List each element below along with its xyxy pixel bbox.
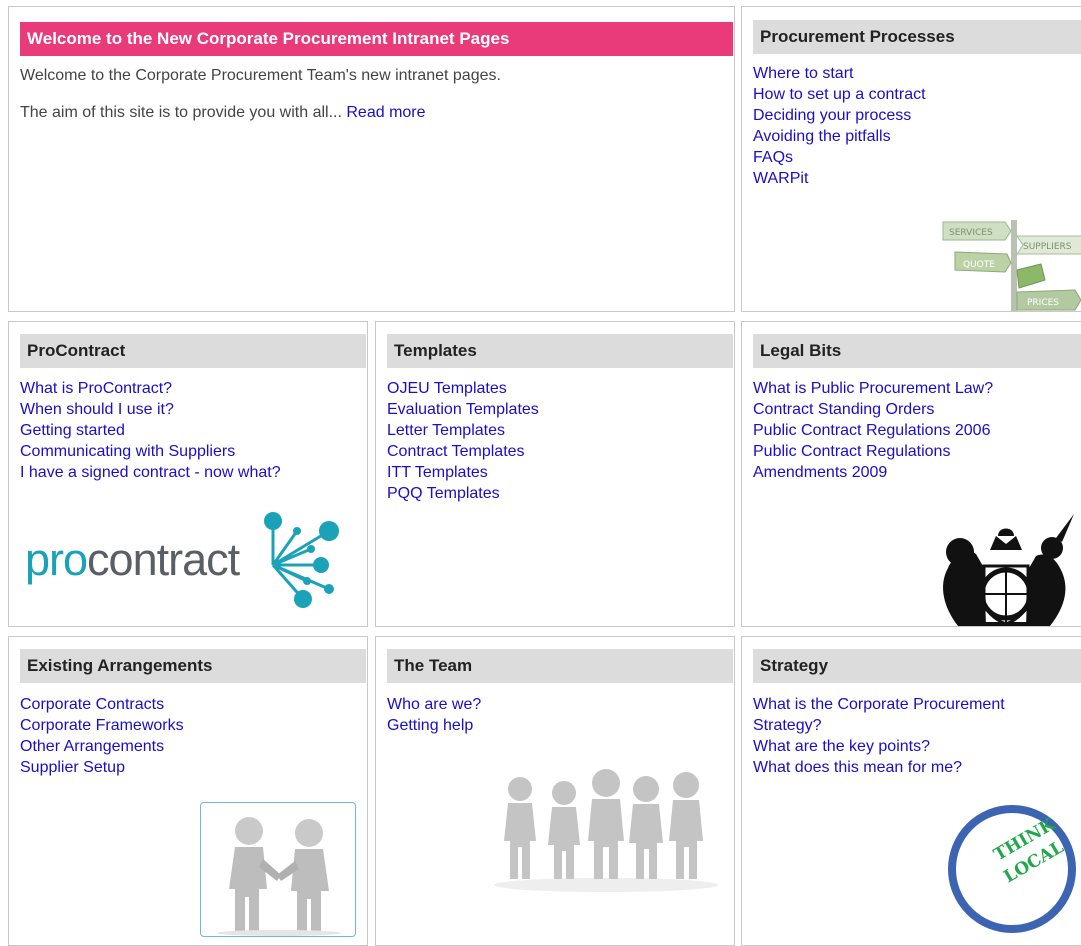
supplier-setup-link[interactable]: Supplier Setup [20, 757, 184, 778]
the-team-panel: The Team Who are we? Getting help [375, 636, 735, 946]
where-to-start-link[interactable]: Where to start [753, 63, 926, 84]
procurement-processes-panel: Procurement Processes Where to start How… [741, 6, 1081, 312]
procurement-processes-links: Where to start How to set up a contract … [753, 63, 926, 189]
templates-panel: Templates OJEU Templates Evaluation Temp… [375, 321, 735, 627]
procontract-title: ProContract [20, 334, 366, 368]
welcome-aim-label: The aim of this site is to provide you w… [20, 104, 342, 121]
royal-coat-of-arms-image [943, 514, 1074, 626]
strategy-title: Strategy [753, 649, 1081, 683]
what-does-this-mean-link[interactable]: What does this mean for me? [753, 757, 1005, 778]
signpost-image: SERVICES SUPPLIERS QUOTE PRICES [942, 220, 1081, 311]
itt-templates-link[interactable]: ITT Templates [387, 462, 539, 483]
set-up-contract-link[interactable]: How to set up a contract [753, 84, 926, 105]
signpost-services-text: SERVICES [949, 228, 993, 238]
corporate-procurement-strategy-link[interactable]: What is the Corporate Procurement [753, 694, 1005, 715]
the-team-title: The Team [387, 649, 733, 683]
avoiding-pitfalls-link[interactable]: Avoiding the pitfalls [753, 126, 926, 147]
welcome-panel: Welcome to the New Corporate Procurement… [8, 6, 735, 312]
who-are-we-link[interactable]: Who are we? [387, 694, 481, 715]
think-local-badge: THINK LOCAL [948, 805, 1076, 933]
read-more-link[interactable]: Read more [346, 104, 425, 121]
legal-bits-panel: Legal Bits What is Public Procurement La… [741, 321, 1081, 627]
ojeu-templates-link[interactable]: OJEU Templates [387, 378, 539, 399]
getting-help-link[interactable]: Getting help [387, 715, 481, 736]
amendments-2009-link[interactable]: Amendments 2009 [753, 462, 993, 483]
contract-templates-link[interactable]: Contract Templates [387, 441, 539, 462]
warpit-link[interactable]: WARPit [753, 168, 926, 189]
getting-started-link[interactable]: Getting started [20, 420, 281, 441]
procontract-links: What is ProContract? When should I use i… [20, 378, 281, 483]
communicating-suppliers-link[interactable]: Communicating with Suppliers [20, 441, 281, 462]
procontract-logo-icon [264, 512, 339, 608]
key-points-link[interactable]: What are the key points? [753, 736, 1005, 757]
signpost-prices-text: PRICES [1027, 298, 1059, 308]
regulations-link[interactable]: Public Contract Regulations [753, 441, 993, 462]
corporate-frameworks-link[interactable]: Corporate Frameworks [20, 715, 184, 736]
what-is-procontract-link[interactable]: What is ProContract? [20, 378, 281, 399]
welcome-title: Welcome to the New Corporate Procurement… [20, 22, 733, 56]
existing-arrangements-links: Corporate Contracts Corporate Frameworks… [20, 694, 184, 778]
evaluation-templates-link[interactable]: Evaluation Templates [387, 399, 539, 420]
templates-links: OJEU Templates Evaluation Templates Lett… [387, 378, 539, 504]
procontract-logo-pro: pro [25, 534, 88, 585]
handshake-image [200, 802, 356, 937]
strategy-links: What is the Corporate Procurement Strate… [753, 694, 1005, 778]
existing-arrangements-panel: Existing Arrangements Corporate Contract… [8, 636, 368, 946]
legal-bits-links: What is Public Procurement Law? Contract… [753, 378, 993, 483]
pqq-templates-link[interactable]: PQQ Templates [387, 483, 539, 504]
procontract-logo: procontract [25, 534, 240, 586]
letter-templates-link[interactable]: Letter Templates [387, 420, 539, 441]
signpost-quote-text: QUOTE [963, 260, 995, 270]
deciding-process-link[interactable]: Deciding your process [753, 105, 926, 126]
regulations-2006-link[interactable]: Public Contract Regulations 2006 [753, 420, 993, 441]
welcome-intro-text: Welcome to the Corporate Procurement Tea… [20, 67, 501, 84]
legal-bits-title: Legal Bits [753, 334, 1081, 368]
signed-contract-link[interactable]: I have a signed contract - now what? [20, 462, 281, 483]
strategy-panel: Strategy What is the Corporate Procureme… [741, 636, 1081, 946]
templates-title: Templates [387, 334, 733, 368]
corporate-contracts-link[interactable]: Corporate Contracts [20, 694, 184, 715]
team-figures-image [494, 769, 718, 892]
faqs-link[interactable]: FAQs [753, 147, 926, 168]
the-team-links: Who are we? Getting help [387, 694, 481, 736]
procurement-processes-title: Procurement Processes [753, 20, 1081, 54]
other-arrangements-link[interactable]: Other Arrangements [20, 736, 184, 757]
existing-arrangements-title: Existing Arrangements [20, 649, 366, 683]
procontract-panel: ProContract What is ProContract? When sh… [8, 321, 368, 627]
welcome-aim-text: The aim of this site is to provide you w… [20, 104, 426, 122]
public-procurement-law-link[interactable]: What is Public Procurement Law? [753, 378, 993, 399]
signpost-suppliers-text: SUPPLIERS [1023, 242, 1072, 252]
procontract-logo-contract: contract [87, 534, 240, 585]
corporate-procurement-strategy-link-cont[interactable]: Strategy? [753, 715, 1005, 736]
when-should-i-use-it-link[interactable]: When should I use it? [20, 399, 281, 420]
contract-standing-orders-link[interactable]: Contract Standing Orders [753, 399, 993, 420]
